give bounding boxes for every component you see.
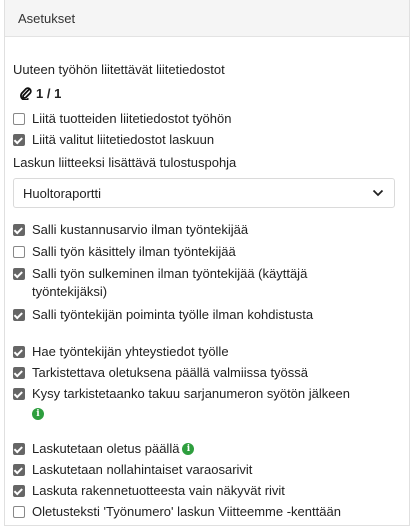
checkbox-box[interactable] <box>13 506 25 518</box>
checkbox-ask-warranty-check[interactable]: Kysy tarkistetaanko takuu sarjanumeron s… <box>13 385 393 421</box>
checkbox-label: Salli työn sulkeminen ilman työntekijää … <box>32 266 308 299</box>
checkbox-allow-worker-pick-without-assignment[interactable]: Salli työntekijän poiminta työlle ilman … <box>13 306 393 324</box>
checkbox-label: Laskuta rakennetuotteesta vain näkyvät r… <box>32 483 285 498</box>
checkbox-attach-selected-to-invoice[interactable]: Liitä valitut liitetiedostot laskuun <box>13 131 393 149</box>
checkbox-box[interactable] <box>13 246 25 258</box>
checkbox-invoice-visible-rows-only[interactable]: Laskuta rakennetuotteesta vain näkyvät r… <box>13 482 393 500</box>
paperclip-icon <box>20 87 32 100</box>
checkbox-box[interactable] <box>13 464 25 476</box>
checkbox-label: Salli työntekijän poiminta työlle ilman … <box>32 307 314 322</box>
checkbox-label: Salli työn käsittely ilman työntekijää <box>32 244 236 259</box>
checkbox-label: Laskutetaan oletus päällä <box>32 441 180 456</box>
print-template-select[interactable]: Huoltoraportti <box>13 178 395 208</box>
checkbox-box[interactable] <box>13 485 25 497</box>
checkbox-box[interactable] <box>13 134 25 146</box>
attachments-count-button[interactable]: 1 / 1 <box>20 86 61 101</box>
checkbox-invoice-zero-price-rows[interactable]: Laskutetaan nollahintaiset varaosarivit <box>13 461 393 479</box>
checkbox-label: Hae työntekijän yhteystiedot työlle <box>32 344 229 359</box>
checkbox-box[interactable] <box>13 388 25 400</box>
checkbox-label: Kysy tarkistetaanko takuu sarjanumeron s… <box>32 386 350 401</box>
checkbox-attach-product-files[interactable]: Liitä tuotteiden liitetiedostot työhön <box>13 110 393 128</box>
checkbox-label: Liitä valitut liitetiedostot laskuun <box>32 132 215 147</box>
checkbox-label: Salli kustannusarvio ilman työntekijää <box>32 222 249 237</box>
checkbox-box[interactable] <box>13 113 25 125</box>
checkbox-label: Liitä tuotteiden liitetiedostot työhön <box>32 111 232 126</box>
checkbox-verify-default-on[interactable]: Tarkistettava oletuksena päällä valmiiss… <box>13 364 393 382</box>
checkbox-allow-estimate-without-worker[interactable]: Salli kustannusarvio ilman työntekijää <box>13 221 393 239</box>
checkbox-box[interactable] <box>13 224 25 236</box>
checkbox-box[interactable] <box>13 346 25 358</box>
checkbox-allow-closing-without-worker[interactable]: Salli työn sulkeminen ilman työntekijää … <box>13 265 353 301</box>
print-template-value: Huoltoraportti <box>23 185 102 201</box>
checkbox-fetch-worker-contact[interactable]: Hae työntekijän yhteystiedot työlle <box>13 343 393 361</box>
panel-header: Asetukset <box>5 0 409 37</box>
panel-title: Asetukset <box>18 10 76 26</box>
attachments-count: 1 / 1 <box>36 86 62 101</box>
checkbox-label: Oletusteksti 'Työnumero' laskun Viitteem… <box>32 504 341 519</box>
chevron-down-icon <box>372 189 384 197</box>
checkbox-box[interactable] <box>13 309 25 321</box>
checkbox-label: Tarkistettava oletuksena päällä valmiiss… <box>32 365 309 380</box>
checkbox-invoiced-default-on[interactable]: Laskutetaan oletus päällä i <box>13 440 393 458</box>
checkbox-allow-processing-without-worker[interactable]: Salli työn käsittely ilman työntekijää <box>13 243 393 261</box>
checkbox-label: Laskutetaan nollahintaiset varaosarivit <box>32 462 253 477</box>
checkbox-box[interactable] <box>13 443 25 455</box>
info-icon[interactable]: i <box>32 407 44 420</box>
attachments-label: Uuteen työhön liitettävät liitetiedostot <box>13 62 225 77</box>
info-icon[interactable]: i <box>182 443 195 455</box>
print-template-label: Laskun liitteeksi lisättävä tulostuspohj… <box>13 155 237 170</box>
checkbox-box[interactable] <box>13 268 25 280</box>
checkbox-default-text-work-number[interactable]: Oletusteksti 'Työnumero' laskun Viitteem… <box>13 503 393 521</box>
checkbox-box[interactable] <box>13 367 25 379</box>
